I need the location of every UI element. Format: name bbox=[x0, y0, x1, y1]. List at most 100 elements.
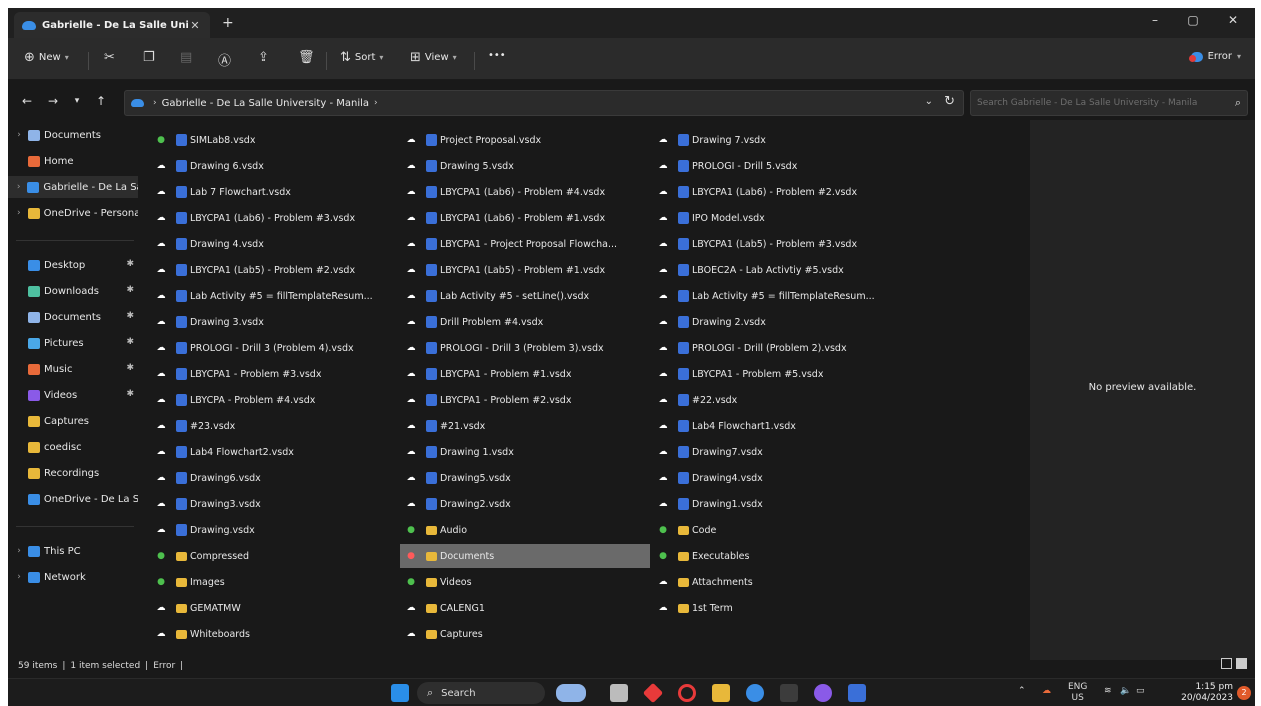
file-item[interactable]: ☁ Drawing 5.vsdx bbox=[400, 154, 650, 178]
sidebar-item[interactable]: Captures bbox=[8, 410, 138, 432]
file-item[interactable]: ☁ LBOEC2A - Lab Activtiy #5.vsdx bbox=[652, 258, 902, 282]
file-item[interactable]: ☁ LBYCPA1 (Lab5) - Problem #3.vsdx bbox=[652, 232, 902, 256]
file-item[interactable]: ☁ Project Proposal.vsdx bbox=[400, 128, 650, 152]
folder-item[interactable]: ☁ CALENG1 bbox=[400, 596, 650, 620]
sidebar-item[interactable]: › Documents bbox=[8, 124, 138, 146]
notification-badge[interactable]: 2 bbox=[1237, 686, 1251, 700]
chevron-right-icon[interactable]: › bbox=[12, 182, 25, 192]
file-item[interactable]: ☁ Drawing 3.vsdx bbox=[150, 310, 400, 334]
sidebar-item[interactable]: Music ✱ bbox=[8, 358, 138, 380]
file-item[interactable]: ☁ PROLOGI - Drill 3 (Problem 3).vsdx bbox=[400, 336, 650, 360]
sidebar-item[interactable]: › OneDrive - Persona bbox=[8, 202, 138, 224]
file-item[interactable]: ☁ Drawing2.vsdx bbox=[400, 492, 650, 516]
file-item[interactable]: ☁ LBYCPA1 (Lab6) - Problem #2.vsdx bbox=[652, 180, 902, 204]
maximize-button[interactable]: ▢ bbox=[1178, 13, 1208, 27]
new-button[interactable]: ⊕ New ▾ bbox=[24, 50, 69, 65]
language-indicator[interactable]: ENG US bbox=[1068, 682, 1087, 704]
file-item[interactable]: ☁ LBYCPA1 (Lab6) - Problem #1.vsdx bbox=[400, 206, 650, 230]
onedrive-tray-icon[interactable]: ☁ bbox=[1042, 686, 1051, 696]
file-item[interactable]: ☁ Drawing7.vsdx bbox=[652, 440, 902, 464]
chevron-right-icon[interactable]: › bbox=[12, 130, 26, 140]
chevron-right-icon[interactable]: › bbox=[12, 208, 26, 218]
forward-button[interactable]: → bbox=[44, 94, 62, 108]
sidebar-item[interactable]: Pictures ✱ bbox=[8, 332, 138, 354]
sidebar-item[interactable]: › Network bbox=[8, 566, 138, 588]
file-item[interactable]: ☁ #21.vsdx bbox=[400, 414, 650, 438]
folder-item[interactable]: ☁ Captures bbox=[400, 622, 650, 646]
file-item[interactable]: ☁ Drawing.vsdx bbox=[150, 518, 400, 542]
folder-item[interactable]: ● Audio bbox=[400, 518, 650, 542]
opera-icon[interactable] bbox=[678, 684, 696, 702]
file-item[interactable]: ☁ LBYCPA1 - Problem #2.vsdx bbox=[400, 388, 650, 412]
sidebar-item[interactable]: › This PC bbox=[8, 540, 138, 562]
tab-close-icon[interactable]: ✕ bbox=[188, 19, 202, 32]
app-blue-icon[interactable] bbox=[746, 684, 764, 702]
file-item[interactable]: ☁ LBYCPA1 - Project Proposal Flowcha... bbox=[400, 232, 650, 256]
file-item[interactable]: ☁ #23.vsdx bbox=[150, 414, 400, 438]
new-tab-button[interactable]: + bbox=[222, 15, 234, 31]
sidebar-item[interactable]: OneDrive - De La S bbox=[8, 488, 138, 510]
cut-button[interactable]: ✂ bbox=[104, 50, 119, 65]
folder-item[interactable]: ● Videos bbox=[400, 570, 650, 594]
sidebar-item[interactable]: Downloads ✱ bbox=[8, 280, 138, 302]
file-item[interactable]: ☁ LBYCPA - Problem #4.vsdx bbox=[150, 388, 400, 412]
volume-icon[interactable]: 🔈 bbox=[1120, 686, 1131, 696]
file-item[interactable]: ☁ Lab Activity #5 = fillTemplateResum... bbox=[652, 284, 902, 308]
file-item[interactable]: ☁ #22.vsdx bbox=[652, 388, 902, 412]
file-item[interactable]: ☁ Drawing 6.vsdx bbox=[150, 154, 400, 178]
sidebar-item[interactable]: Videos ✱ bbox=[8, 384, 138, 406]
folder-item[interactable]: ☁ 1st Term bbox=[652, 596, 902, 620]
copy-button[interactable]: ❐ bbox=[143, 50, 159, 65]
terminal-icon[interactable] bbox=[780, 684, 798, 702]
tray-overflow-icon[interactable]: ⌃ bbox=[1018, 686, 1026, 696]
search-box[interactable]: ⌕ bbox=[970, 90, 1248, 116]
file-item[interactable]: ☁ LBYCPA1 (Lab6) - Problem #3.vsdx bbox=[150, 206, 400, 230]
file-item[interactable]: ☁ Lab Activity #5 = fillTemplateResum... bbox=[150, 284, 400, 308]
folder-item[interactable]: ● Code bbox=[652, 518, 902, 542]
sidebar-item[interactable]: Desktop ✱ bbox=[8, 254, 138, 276]
wifi-icon[interactable]: ≋ bbox=[1104, 686, 1112, 696]
folder-item[interactable]: ☁ Whiteboards bbox=[150, 622, 400, 646]
folder-item[interactable]: ☁ GEMATMW bbox=[150, 596, 400, 620]
battery-icon[interactable]: ▭ bbox=[1136, 686, 1145, 696]
file-item[interactable]: ☁ Drawing5.vsdx bbox=[400, 466, 650, 490]
file-item[interactable]: ☁ Drill Problem #4.vsdx bbox=[400, 310, 650, 334]
sidebar-item[interactable]: Home bbox=[8, 150, 138, 172]
word-icon[interactable] bbox=[848, 684, 866, 702]
file-item[interactable]: ☁ Lab 7 Flowchart.vsdx bbox=[150, 180, 400, 204]
file-item[interactable]: ☁ Drawing4.vsdx bbox=[652, 466, 902, 490]
file-item[interactable]: ☁ Lab4 Flowchart1.vsdx bbox=[652, 414, 902, 438]
file-item[interactable]: ☁ Drawing3.vsdx bbox=[150, 492, 400, 516]
file-item[interactable]: ☁ LBYCPA1 - Problem #5.vsdx bbox=[652, 362, 902, 386]
more-options-button[interactable]: ••• bbox=[488, 50, 506, 61]
file-item[interactable]: ☁ Drawing1.vsdx bbox=[652, 492, 902, 516]
search-input[interactable] bbox=[977, 98, 1235, 108]
back-button[interactable]: ← bbox=[18, 94, 36, 108]
widgets-icon[interactable] bbox=[556, 684, 586, 702]
details-view-icon[interactable] bbox=[1221, 658, 1232, 669]
chevron-right-icon[interactable]: › bbox=[12, 546, 26, 556]
file-item[interactable]: ☁ IPO Model.vsdx bbox=[652, 206, 902, 230]
file-item[interactable]: ☁ Drawing 1.vsdx bbox=[400, 440, 650, 464]
file-item[interactable]: ☁ PROLOGI - Drill 3 (Problem 4).vsdx bbox=[150, 336, 400, 360]
address-dropdown-button[interactable]: ⌄ bbox=[925, 96, 933, 107]
sidebar-item[interactable]: Documents ✱ bbox=[8, 306, 138, 328]
view-button[interactable]: ⊞ View ▾ bbox=[410, 50, 457, 65]
up-button[interactable]: ↑ bbox=[92, 94, 110, 108]
refresh-button[interactable]: ↻ bbox=[944, 94, 955, 109]
file-item[interactable]: ☁ LBYCPA1 (Lab5) - Problem #1.vsdx bbox=[400, 258, 650, 282]
sidebar-item[interactable]: › Gabrielle - De La Sa bbox=[8, 176, 138, 198]
address-bar[interactable]: › Gabrielle - De La Salle University - M… bbox=[124, 90, 964, 116]
file-item[interactable]: ☁ PROLOGI - Drill (Problem 2).vsdx bbox=[652, 336, 902, 360]
folder-item[interactable]: ● Images bbox=[150, 570, 400, 594]
delete-button[interactable]: 🗑 bbox=[298, 50, 319, 65]
task-view-icon[interactable] bbox=[610, 684, 628, 702]
close-window-button[interactable]: ✕ bbox=[1218, 13, 1248, 27]
error-button[interactable]: Error ▾ bbox=[1188, 51, 1241, 62]
sort-button[interactable]: ⇅ Sort ▾ bbox=[340, 50, 383, 65]
sidebar-item[interactable]: Recordings bbox=[8, 462, 138, 484]
chevron-right-icon[interactable]: › bbox=[12, 572, 26, 582]
file-item[interactable]: ☁ LBYCPA1 - Problem #1.vsdx bbox=[400, 362, 650, 386]
sidebar-item[interactable]: coedisc bbox=[8, 436, 138, 458]
tab-current[interactable]: Gabrielle - De La Salle Univer ✕ bbox=[14, 12, 210, 38]
